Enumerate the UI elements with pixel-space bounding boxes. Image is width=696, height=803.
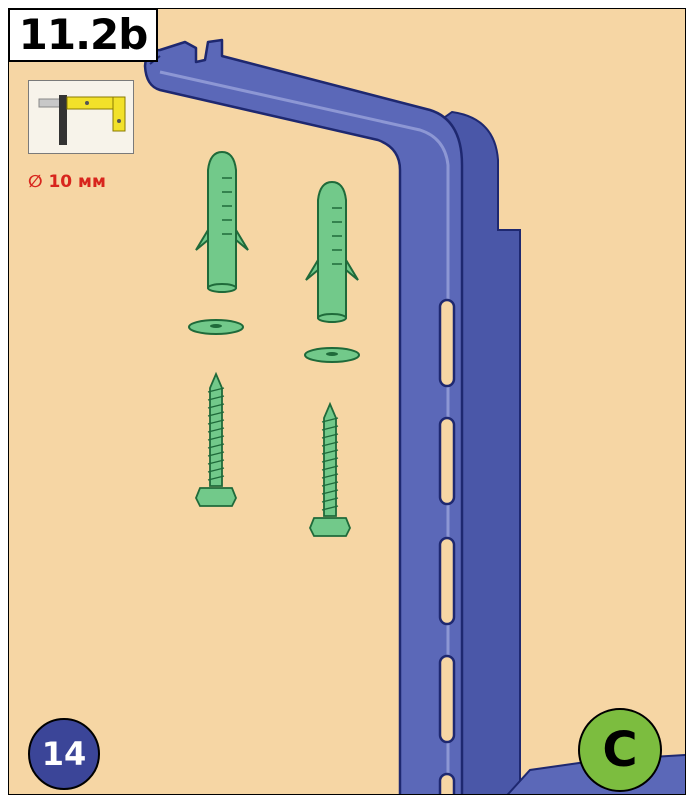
bracket-slot [438, 772, 456, 794]
instruction-page: 11.2b ∅ 10 мм 14 C [0, 0, 696, 803]
part-letter-badge: C [578, 708, 662, 792]
bracket-slot [438, 654, 456, 744]
page-number-badge: 14 [28, 718, 100, 790]
bracket-slot [438, 536, 456, 626]
screw-right [309, 401, 351, 537]
dowel-right [305, 180, 359, 323]
drill-size-label: ∅ 10 мм [28, 172, 106, 192]
screw-left [195, 371, 237, 507]
step-number: 11.2b [8, 8, 158, 62]
bracket-slot [438, 416, 456, 506]
bracket-slot [438, 298, 456, 388]
drill-tool-icon [28, 80, 134, 154]
dowel-left [195, 150, 249, 293]
